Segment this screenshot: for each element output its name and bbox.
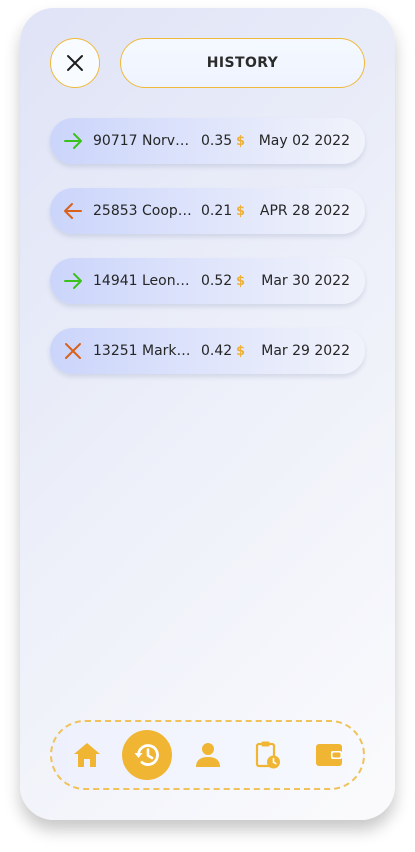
transaction-row[interactable]: 90717 Norvale Street 0.35 $ May 02 2022 [50,118,365,164]
transaction-date: Mar 29 2022 [261,343,350,359]
nav-home[interactable] [62,730,112,780]
nav-profile[interactable] [183,730,233,780]
close-button[interactable] [50,38,100,88]
transaction-amount: 0.42 [201,343,233,359]
nav-history[interactable] [122,730,172,780]
bottom-nav [50,720,365,790]
arrow-right-icon [64,133,82,149]
app-screen: HISTORY 90717 Norvale Street 0.35 $ May … [20,8,395,820]
transaction-row[interactable]: 25853 Cooper Avenue 0.21 $ APR 28 2022 [50,188,365,234]
transaction-amount: 0.21 [201,203,233,219]
transaction-date: Mar 30 2022 [261,273,350,289]
close-icon [67,55,83,71]
transaction-amount: 0.52 [201,273,233,289]
transaction-row[interactable]: 14941 Leonard Road 0.52 $ Mar 30 2022 [50,258,365,304]
transaction-name: 14941 Leonard Road [93,273,193,289]
transaction-name: 25853 Cooper Avenue [93,203,193,219]
transaction-amount: 0.35 [201,133,233,149]
home-icon [74,743,100,767]
currency-symbol: $ [236,203,246,219]
transaction-row[interactable]: 13251 Markip Lane 0.42 $ Mar 29 2022 [50,328,365,374]
transaction-name: 90717 Norvale Street [93,133,193,149]
wallet-icon [316,744,342,766]
currency-symbol: $ [236,273,246,289]
transaction-date: APR 28 2022 [259,203,350,219]
x-icon [65,343,81,359]
arrow-right-icon [64,273,82,289]
history-icon [134,744,159,766]
nav-wallet[interactable] [304,730,354,780]
nav-tasks[interactable] [243,730,293,780]
clipboard-clock-icon [255,741,280,769]
page-title: HISTORY [120,38,365,88]
transaction-name: 13251 Markip Lane [93,343,193,359]
user-icon [196,743,220,767]
transaction-date: May 02 2022 [258,133,350,149]
currency-symbol: $ [236,343,246,359]
currency-symbol: $ [236,133,246,149]
arrow-left-icon [64,203,82,219]
